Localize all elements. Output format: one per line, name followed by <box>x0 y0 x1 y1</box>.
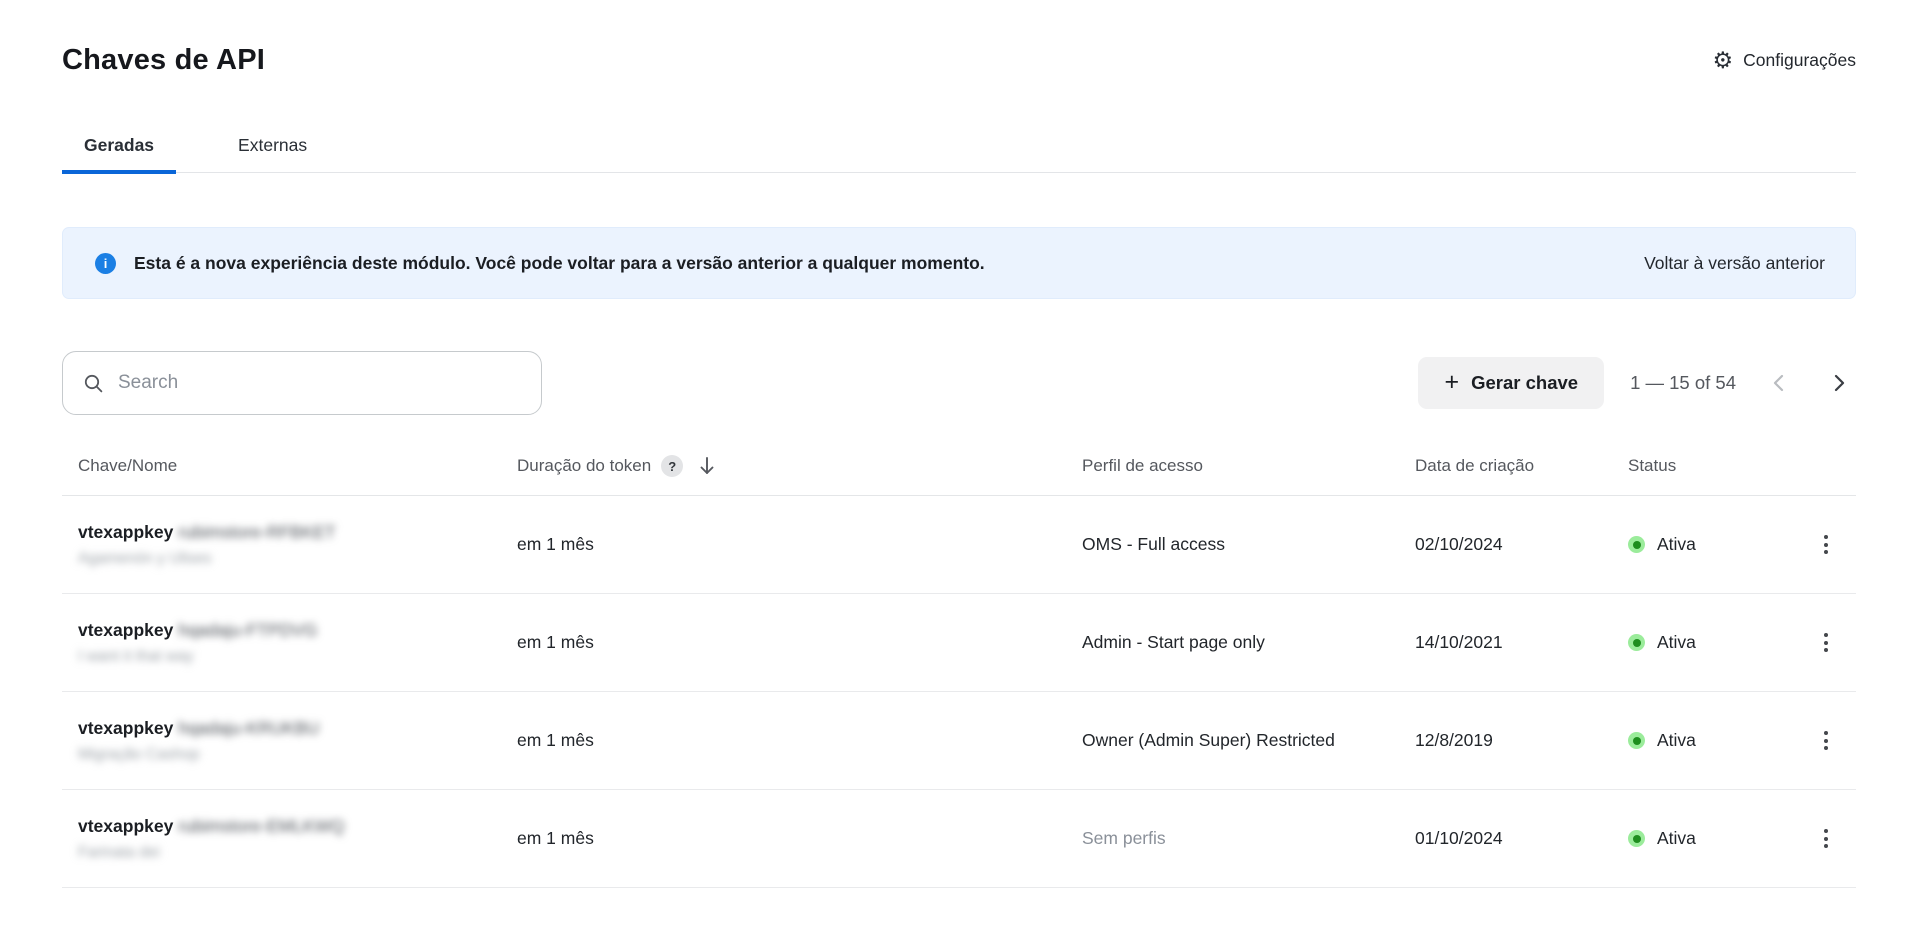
key-name-redacted: Farinata dei <box>78 844 517 862</box>
access-profile: Sem perfis <box>1082 828 1415 849</box>
key-prefix: vtexappkey <box>78 718 173 738</box>
status-badge: Ativa <box>1628 632 1806 653</box>
status-label: Ativa <box>1657 828 1696 849</box>
creation-date: 01/10/2024 <box>1415 828 1628 849</box>
tab-geradas[interactable]: Geradas <box>62 135 176 172</box>
plus-icon: + <box>1444 370 1459 395</box>
key-suffix-redacted: hqadaju-KRUKBU <box>178 718 319 738</box>
key-suffix-redacted: hqadaju-FTPDVG <box>178 620 317 640</box>
creation-date: 12/8/2019 <box>1415 730 1628 751</box>
access-profile: OMS - Full access <box>1082 534 1415 555</box>
row-actions-menu-button[interactable] <box>1816 723 1836 758</box>
status-active-icon <box>1628 732 1645 749</box>
search-icon <box>83 373 104 394</box>
column-header-status: Status <box>1628 456 1806 476</box>
search-box[interactable] <box>62 351 542 415</box>
token-duration: em 1 mês <box>517 632 1082 653</box>
banner-revert-link[interactable]: Voltar à versão anterior <box>1644 253 1825 274</box>
page-title: Chaves de API <box>62 44 265 77</box>
api-keys-table: Chave/Nome Duração do token ? Perfil de … <box>62 455 1856 888</box>
key-name-redacted: Migração Cashop <box>78 746 517 764</box>
pagination-prev-button[interactable] <box>1762 366 1796 400</box>
row-actions-menu-button[interactable] <box>1816 625 1836 660</box>
creation-date: 14/10/2021 <box>1415 632 1628 653</box>
table-row: vtexappkey rubimstore-RFBKET Agamenón y … <box>62 496 1856 594</box>
column-header-profile: Perfil de acesso <box>1082 456 1415 476</box>
chevron-left-icon <box>1768 372 1790 394</box>
column-header-duration: Duração do token ? <box>517 455 1082 477</box>
status-badge: Ativa <box>1628 534 1806 555</box>
status-label: Ativa <box>1657 730 1696 751</box>
status-active-icon <box>1628 634 1645 651</box>
tab-bar: Geradas Externas <box>62 135 1856 173</box>
help-icon[interactable]: ? <box>661 455 683 477</box>
access-profile: Owner (Admin Super) Restricted <box>1082 730 1415 751</box>
generate-key-button[interactable]: + Gerar chave <box>1418 357 1604 409</box>
status-label: Ativa <box>1657 534 1696 555</box>
table-row: vtexappkey hqadaju-KRUKBU Migração Casho… <box>62 692 1856 790</box>
settings-button[interactable]: ⚙ Configurações <box>1713 49 1856 72</box>
gear-icon: ⚙ <box>1713 49 1734 72</box>
table-row: vtexappkey rubimstore-EMLKWQ Farinata de… <box>62 790 1856 888</box>
row-actions-menu-button[interactable] <box>1816 821 1836 856</box>
status-badge: Ativa <box>1628 730 1806 751</box>
tab-externas[interactable]: Externas <box>216 135 329 172</box>
column-header-duration-label: Duração do token <box>517 456 651 476</box>
token-duration: em 1 mês <box>517 534 1082 555</box>
info-banner: i Esta é a nova experiência deste módulo… <box>62 227 1856 299</box>
creation-date: 02/10/2024 <box>1415 534 1628 555</box>
info-icon: i <box>95 253 116 274</box>
key-prefix: vtexappkey <box>78 620 173 640</box>
column-header-created: Data de criação <box>1415 456 1628 476</box>
key-name-redacted: I want it that way <box>78 648 517 666</box>
pagination-label: 1 — 15 of 54 <box>1630 372 1736 394</box>
status-badge: Ativa <box>1628 828 1806 849</box>
status-label: Ativa <box>1657 632 1696 653</box>
key-suffix-redacted: rubimstore-EMLKWQ <box>178 816 344 836</box>
token-duration: em 1 mês <box>517 730 1082 751</box>
settings-label: Configurações <box>1743 50 1856 71</box>
status-active-icon <box>1628 830 1645 847</box>
key-name-redacted: Agamenón y Ulises <box>78 550 517 568</box>
toolbar: + Gerar chave 1 — 15 of 54 <box>62 351 1856 415</box>
row-actions-menu-button[interactable] <box>1816 527 1836 562</box>
column-header-key: Chave/Nome <box>78 456 517 476</box>
page-header: Chaves de API ⚙ Configurações <box>62 44 1856 77</box>
access-profile: Admin - Start page only <box>1082 632 1415 653</box>
key-prefix: vtexappkey <box>78 816 173 836</box>
table-header-row: Chave/Nome Duração do token ? Perfil de … <box>62 455 1856 496</box>
banner-message: Esta é a nova experiência deste módulo. … <box>134 253 1644 274</box>
search-input[interactable] <box>118 372 521 394</box>
sort-descending-icon[interactable] <box>697 455 717 477</box>
pagination-next-button[interactable] <box>1822 366 1856 400</box>
chevron-right-icon <box>1828 372 1850 394</box>
key-suffix-redacted: rubimstore-RFBKET <box>178 522 336 542</box>
generate-key-label: Gerar chave <box>1471 372 1578 394</box>
table-row: vtexappkey hqadaju-FTPDVG I want it that… <box>62 594 1856 692</box>
token-duration: em 1 mês <box>517 828 1082 849</box>
key-prefix: vtexappkey <box>78 522 173 542</box>
status-active-icon <box>1628 536 1645 553</box>
